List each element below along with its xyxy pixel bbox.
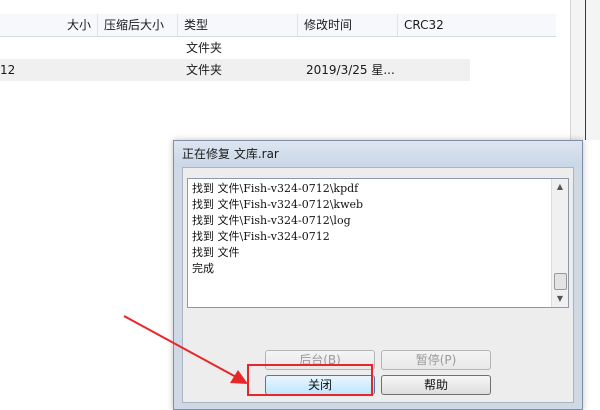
table-row[interactable]: 12 文件夹 2019/3/25 星... [0,59,470,81]
repair-dialog: 正在修复 文库.rar 找到 文件\Fish-v324-0712\kpdf 找到… [173,140,583,410]
column-header-modified[interactable]: 修改时间 [298,14,398,36]
log-lines: 找到 文件\Fish-v324-0712\kpdf 找到 文件\Fish-v32… [192,181,550,305]
pause-button[interactable]: 暂停(P) [381,350,491,370]
close-button[interactable]: 关闭 [265,375,375,395]
log-line: 找到 文件\Fish-v324-0712\log [192,214,351,227]
dialog-body: 找到 文件\Fish-v324-0712\kpdf 找到 文件\Fish-v32… [182,167,574,403]
log-line: 找到 文件\Fish-v324-0712\kpdf [192,182,359,195]
row-type: 文件夹 [186,63,223,77]
row-modified: 2019/3/25 星... [306,63,395,77]
row-name [0,37,20,59]
file-list-header: 大小 压缩后大小 类型 修改时间 CRC32 [0,14,556,37]
log-line: 找到 文件\Fish-v324-0712 [192,230,330,243]
column-header-crc32[interactable]: CRC32 [398,14,556,36]
scroll-thumb[interactable] [554,273,567,290]
column-header-size[interactable]: 大小 [0,14,98,36]
row-type: 文件夹 [186,41,223,55]
dialog-title[interactable]: 正在修复 文库.rar [174,141,582,167]
log-line: 找到 文件\Fish-v324-0712\kweb [192,198,364,211]
column-header-packed-size[interactable]: 压缩后大小 [98,14,178,36]
background-button[interactable]: 后台(B) [265,350,375,370]
column-header-type[interactable]: 类型 [178,14,298,36]
log-scrollbar[interactable]: ▲ ▼ [551,179,568,307]
row-name: 12 [0,63,16,77]
scroll-down-icon[interactable]: ▼ [552,291,568,307]
log-line: 找到 文件 [192,246,240,259]
log-line: 完成 [192,262,214,275]
repair-log[interactable]: 找到 文件\Fish-v324-0712\kpdf 找到 文件\Fish-v32… [187,178,569,308]
right-panel-edge [570,0,600,140]
panel-divider [585,0,586,140]
table-row[interactable]: 文件夹 [0,37,470,59]
scroll-up-icon[interactable]: ▲ [552,179,568,195]
help-button[interactable]: 帮助 [381,375,491,395]
